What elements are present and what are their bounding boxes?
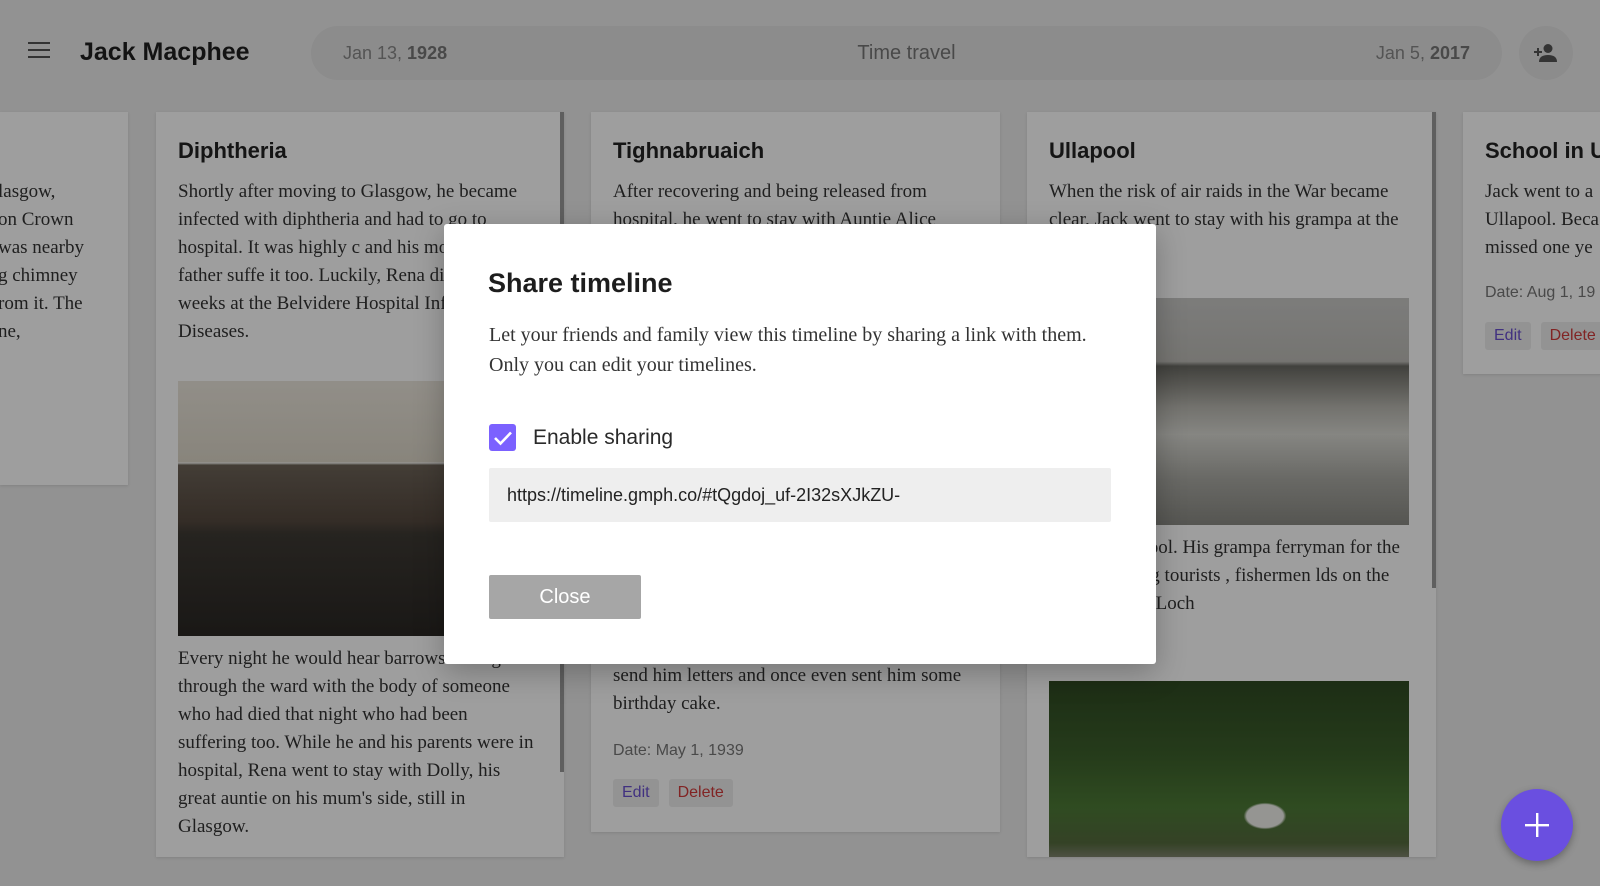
add-event-button[interactable] xyxy=(1501,789,1573,861)
share-link-field[interactable] xyxy=(489,468,1111,522)
enable-sharing-label[interactable]: Enable sharing xyxy=(533,426,673,450)
close-button[interactable]: Close xyxy=(489,575,641,619)
check-icon xyxy=(493,431,512,445)
plus-icon xyxy=(1525,813,1549,837)
enable-sharing-checkbox[interactable] xyxy=(489,424,516,451)
dialog-title: Share timeline xyxy=(488,268,673,298)
share-timeline-dialog: Share timeline Let your friends and fami… xyxy=(444,224,1156,664)
dialog-description: Let your friends and family view this ti… xyxy=(489,324,1087,376)
